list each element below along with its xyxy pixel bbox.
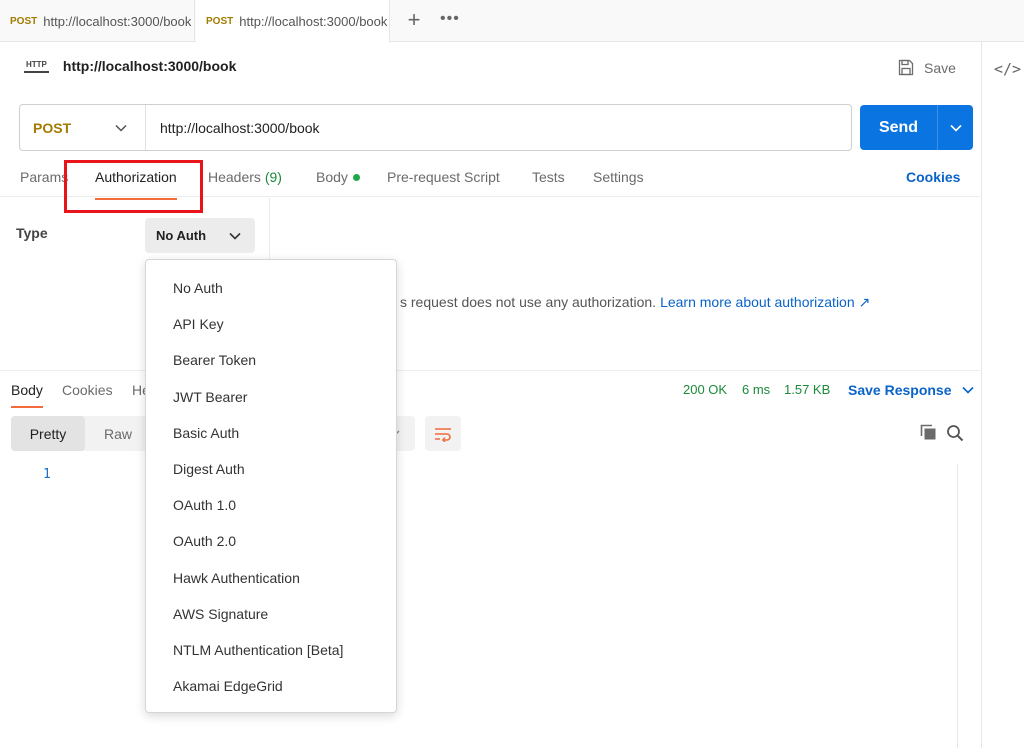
tab-params[interactable]: Params (20, 169, 68, 185)
chevron-down-icon (115, 124, 127, 132)
tab-tests[interactable]: Tests (532, 169, 565, 185)
http-icon: HTTP (24, 59, 49, 73)
line-number: 1 (43, 467, 51, 482)
new-tab-icon[interactable]: + (402, 7, 426, 33)
body-indicator-dot (352, 173, 360, 181)
tab-body-label: Body (316, 169, 348, 185)
request-tab[interactable]: POST http://localhost:3000/book (0, 0, 195, 42)
cookies-link[interactable]: Cookies (906, 169, 960, 185)
save-label: Save (924, 59, 956, 76)
request-tab-active[interactable]: POST http://localhost:3000/book (196, 0, 390, 43)
status-code[interactable]: 200 OK (683, 382, 727, 397)
active-tab-underline (11, 406, 43, 408)
tab-headers[interactable]: Headers (9) (208, 169, 282, 185)
save-icon (898, 59, 914, 76)
save-response-label: Save Response (848, 382, 952, 398)
copy-icon[interactable] (920, 424, 937, 441)
right-sidebar: </> (981, 42, 1024, 748)
dropdown-item[interactable]: JWT Bearer (146, 379, 396, 415)
method-select[interactable]: POST (20, 105, 146, 150)
request-header: HTTP http://localhost:3000/book (24, 58, 236, 74)
auth-type-dropdown: No Auth API Key Bearer Token JWT Bearer … (145, 259, 397, 713)
learn-more-link[interactable]: Learn more about authorization ↗ (660, 294, 870, 310)
tab-headers-label: Headers (208, 169, 261, 185)
auth-type-label: Type (16, 225, 48, 241)
request-title[interactable]: http://localhost:3000/book (63, 58, 236, 74)
dropdown-item[interactable]: OAuth 2.0 (146, 523, 396, 559)
dropdown-item[interactable]: OAuth 1.0 (146, 487, 396, 523)
wrap-lines-button[interactable] (425, 416, 461, 451)
chevron-down-icon (949, 124, 962, 132)
send-button[interactable]: Send (860, 105, 973, 150)
auth-type-select[interactable]: No Auth (145, 218, 255, 253)
url-bar: POST (19, 104, 852, 151)
method-value: POST (33, 119, 72, 136)
send-options-button[interactable] (938, 124, 973, 132)
send-label: Send (878, 118, 919, 136)
tab-body[interactable]: Body (316, 169, 360, 185)
request-tab-strip: POST http://localhost:3000/book POST htt… (0, 0, 1024, 43)
response-time[interactable]: 6 ms (742, 382, 770, 397)
response-scrollbar[interactable] (957, 464, 973, 748)
response-tab-body[interactable]: Body (11, 382, 43, 408)
tab-settings[interactable]: Settings (593, 169, 644, 185)
response-tab-cookies[interactable]: Cookies (62, 382, 113, 398)
response-tab-body-label: Body (11, 382, 43, 398)
wrap-lines-icon (435, 427, 451, 442)
code-snippet-icon[interactable]: </> (994, 60, 1021, 78)
dropdown-item[interactable]: Bearer Token (146, 342, 396, 378)
save-button[interactable]: Save (898, 59, 956, 76)
format-raw-button[interactable]: Raw (85, 416, 151, 451)
auth-message: s request does not use any authorization… (400, 294, 870, 311)
dropdown-item[interactable]: Digest Auth (146, 451, 396, 487)
tab-pre-request-script[interactable]: Pre-request Script (387, 169, 500, 185)
response-size[interactable]: 1.57 KB (784, 382, 830, 397)
headers-count: (9) (264, 169, 282, 185)
auth-message-text: s request does not use any authorization… (400, 294, 657, 310)
auth-type-value: No Auth (156, 228, 207, 243)
format-pretty-button[interactable]: Pretty (11, 416, 85, 451)
tab-method: POST (10, 15, 38, 27)
dropdown-item[interactable]: Basic Auth (146, 415, 396, 451)
response-format-toggle: Pretty Raw (11, 416, 151, 451)
tab-method: POST (206, 16, 234, 27)
dropdown-item[interactable]: Hawk Authentication (146, 560, 396, 596)
save-response-button[interactable]: Save Response (848, 382, 974, 398)
dropdown-item[interactable]: AWS Signature (146, 596, 396, 632)
tab-url: http://localhost:3000/book (239, 14, 388, 29)
search-icon[interactable] (946, 424, 964, 442)
dropdown-item[interactable]: API Key (146, 306, 396, 342)
dropdown-item[interactable]: Akamai EdgeGrid (146, 668, 396, 704)
more-tabs-icon[interactable]: ••• (440, 10, 460, 28)
dropdown-item[interactable]: NTLM Authentication [Beta] (146, 632, 396, 668)
chevron-down-icon (229, 232, 241, 240)
url-input[interactable] (146, 105, 851, 150)
dropdown-item[interactable]: No Auth (146, 270, 396, 306)
chevron-down-icon (961, 386, 974, 394)
tab-url: http://localhost:3000/book (43, 13, 192, 29)
